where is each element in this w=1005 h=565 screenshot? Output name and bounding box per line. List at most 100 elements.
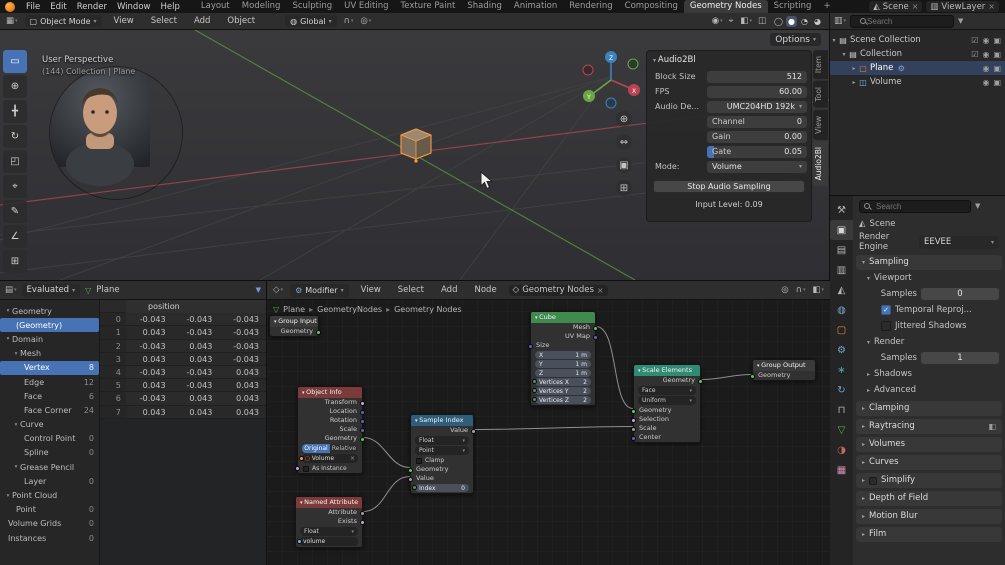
shading-wireframe-icon[interactable]: ◯: [773, 16, 784, 27]
workspace-tab-rendering[interactable]: Rendering: [563, 0, 618, 13]
tab-object-data[interactable]: ▽: [830, 420, 853, 440]
mode-dropdown-audio[interactable]: Volume: [707, 161, 807, 173]
add-workspace-button[interactable]: +: [817, 0, 836, 13]
stop-audio-sampling-button[interactable]: Stop Audio Sampling: [653, 180, 805, 193]
node-title[interactable]: Scale Elements: [634, 365, 700, 376]
tab-physics[interactable]: ↻: [830, 380, 853, 400]
table-row[interactable]: 4-0.043-0.0430.043: [100, 366, 266, 379]
snapping-button[interactable]: ∩: [344, 16, 354, 26]
tree-face[interactable]: Face6: [0, 389, 99, 403]
sidebar-tab-audio2bl[interactable]: Audio2Bl: [813, 141, 828, 186]
viewport-3d[interactable]: ▦ ▢Object Mode View Select Add Object ◍G…: [0, 13, 830, 280]
viewport-menu-select[interactable]: Select: [146, 16, 182, 26]
panel-sampling-viewport[interactable]: ▾Viewport: [853, 270, 1005, 286]
tree-control-point[interactable]: Control Point0: [0, 432, 99, 446]
tree-instances[interactable]: Instances0: [0, 531, 99, 545]
table-row[interactable]: 50.043-0.0430.043: [100, 379, 266, 392]
navigation-gizmo[interactable]: X Y Z: [576, 45, 646, 115]
transform-orientation-dropdown[interactable]: ◍Global: [285, 15, 337, 27]
tab-tool[interactable]: ⚒: [830, 200, 853, 220]
tab-output[interactable]: ▤: [830, 240, 853, 260]
socket-scale-in[interactable]: [631, 427, 636, 432]
vertices-z-field[interactable]: Vertices Z2: [535, 396, 591, 404]
shading-material-icon[interactable]: ◔: [799, 16, 810, 27]
simplify-checkbox[interactable]: [869, 477, 877, 485]
disable-render-icon[interactable]: ▣: [993, 78, 1001, 87]
table-row[interactable]: 30.0430.043-0.043: [100, 353, 266, 366]
node-canvas[interactable]: ▽ Plane ▸ GeometryNodes ▸ Geometry Nodes…: [267, 281, 830, 565]
outliner-row-volume[interactable]: ▸ ◫ Volume ◉▣: [830, 75, 1005, 89]
audio-device-dropdown[interactable]: UMC204HD 192k: [707, 101, 807, 113]
viewport-menu-view[interactable]: View: [109, 16, 139, 26]
workspace-tab-geometry-nodes[interactable]: Geometry Nodes: [684, 0, 768, 13]
tree-layer[interactable]: Layer0: [0, 474, 99, 488]
node-named-attribute[interactable]: Named Attribute Attribute Exists Float v…: [295, 496, 363, 548]
panel-volumes[interactable]: ▸Volumes: [856, 437, 1002, 452]
socket-attribute-out[interactable]: [360, 511, 365, 516]
table-row[interactable]: 10.043-0.043-0.043: [100, 326, 266, 339]
panel-clamping[interactable]: ▸Clamping: [856, 401, 1002, 416]
workspace-tab-modeling[interactable]: Modeling: [236, 0, 287, 13]
tree-geometry[interactable]: ▾Geometry: [0, 304, 99, 318]
shading-rendered-icon[interactable]: ◕: [812, 16, 823, 27]
exclude-checkbox-icon[interactable]: ☑: [971, 36, 978, 45]
shading-solid-icon[interactable]: ●: [786, 16, 797, 27]
attribute-type-dropdown[interactable]: Float: [300, 527, 358, 536]
blender-logo-icon[interactable]: [5, 2, 15, 12]
node-title[interactable]: Group Input: [270, 316, 318, 327]
panel-curves[interactable]: ▸Curves: [856, 455, 1002, 470]
panel-film[interactable]: ▸Film: [856, 527, 1002, 542]
tab-scene[interactable]: ◭: [830, 280, 853, 300]
socket-uvmap-out[interactable]: [593, 335, 598, 340]
breadcrumb-object[interactable]: Plane: [283, 305, 305, 314]
dataset-dropdown[interactable]: Evaluated: [22, 284, 81, 297]
show-gizmo-button[interactable]: ⌖: [729, 16, 735, 26]
spreadsheet-editor-type-button[interactable]: ▤: [5, 285, 17, 295]
tree-type-dropdown[interactable]: ⚙Modifier: [290, 284, 349, 297]
tree-point[interactable]: Point0: [0, 503, 99, 517]
socket-transform-out[interactable]: [360, 401, 365, 406]
editor-type-button[interactable]: ▦: [6, 16, 18, 26]
jittered-shadows-checkbox[interactable]: [881, 321, 891, 331]
active-viewlayer-selector[interactable]: ▥ ViewLayer ×: [926, 1, 999, 12]
domain-dropdown[interactable]: Face: [638, 386, 696, 395]
tool-annotate[interactable]: ✎: [3, 200, 27, 223]
menu-file[interactable]: File: [21, 2, 45, 12]
node-title[interactable]: Cube: [531, 312, 595, 323]
size-z-field[interactable]: Z1 m: [535, 369, 591, 377]
node-editor-type-button[interactable]: ◇: [273, 285, 283, 295]
vertices-x-field[interactable]: Vertices X2: [535, 378, 591, 386]
socket-center-in[interactable]: [631, 436, 636, 441]
node-title[interactable]: Sample Index: [411, 415, 473, 426]
node-menu-view[interactable]: View: [356, 285, 386, 295]
tree-point-cloud[interactable]: ▾Point Cloud: [0, 488, 99, 502]
breadcrumb-modifier[interactable]: GeometryNodes: [317, 305, 382, 314]
channel-slider[interactable]: Channel0: [707, 116, 807, 128]
object-selector[interactable]: ▢ Volume ×: [302, 454, 358, 463]
node-menu-select[interactable]: Select: [393, 285, 429, 295]
workspace-tab-compositing[interactable]: Compositing: [619, 0, 684, 13]
scene-clear-icon[interactable]: ×: [912, 2, 919, 11]
socket-index-in[interactable]: [412, 485, 417, 490]
toggle-ortho-icon[interactable]: ⊞: [616, 180, 632, 196]
sidebar-tab-tool[interactable]: Tool: [813, 81, 828, 108]
expand-icon[interactable]: ▾: [830, 37, 838, 44]
tree-mesh[interactable]: ▾Mesh: [0, 347, 99, 361]
socket-geometry-out[interactable]: [698, 379, 703, 384]
panel-simplify[interactable]: ▸Simplify: [856, 473, 1002, 488]
tree-grease-pencil[interactable]: ▾Grease Pencil: [0, 460, 99, 474]
disable-render-icon[interactable]: ▣: [993, 50, 1001, 59]
panel-sampling[interactable]: ▾Sampling: [856, 255, 1002, 270]
workspace-tab-animation[interactable]: Animation: [508, 0, 563, 13]
proportional-editing-button[interactable]: ◎: [360, 16, 371, 26]
exclude-checkbox-icon[interactable]: ☑: [971, 50, 978, 59]
pan-hand-icon[interactable]: ⇔: [616, 134, 632, 150]
block-size-field[interactable]: 512: [707, 71, 807, 83]
viewport-menu-object[interactable]: Object: [222, 16, 260, 26]
size-y-field[interactable]: Y1 m: [535, 360, 591, 368]
size-x-field[interactable]: X1 m: [535, 351, 591, 359]
panel-title[interactable]: Audio2Bl: [653, 55, 807, 65]
geometry-node-editor[interactable]: ▽ Plane ▸ GeometryNodes ▸ Geometry Nodes…: [267, 280, 830, 565]
node-group-output[interactable]: Group Output Geometry: [752, 359, 816, 381]
socket-geometry-out[interactable]: [360, 437, 365, 442]
